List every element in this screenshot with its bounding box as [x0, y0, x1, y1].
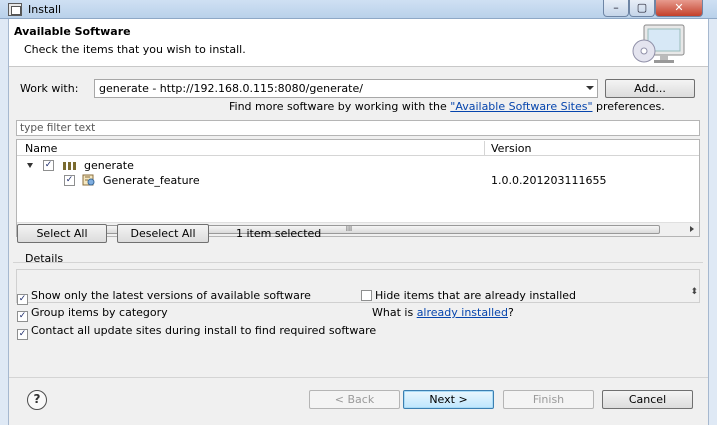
hide-installed-label: Hide items that are already installed	[375, 289, 577, 302]
column-name[interactable]: Name	[25, 142, 57, 155]
hint-suffix: preferences.	[592, 100, 665, 113]
option-hide-installed[interactable]: Hide items that are already installed	[361, 289, 576, 302]
details-label: Details	[25, 252, 64, 265]
feature-icon	[82, 174, 95, 186]
page-description: Check the items that you wish to install…	[24, 43, 246, 56]
work-with-value: generate - http://192.168.0.115:8080/gen…	[99, 82, 363, 95]
option-contact-sites[interactable]: ✓ Contact all update sites during install…	[17, 324, 376, 340]
column-divider[interactable]	[484, 141, 485, 155]
contact-sites-checkbox[interactable]: ✓	[17, 329, 28, 340]
title-bar: Install – ▢ ✕	[0, 0, 717, 19]
finish-button[interactable]: Finish	[503, 390, 594, 409]
next-button[interactable]: Next >	[403, 390, 494, 409]
already-installed-hint: What is already installed?	[372, 306, 514, 319]
group-by-category-label: Group items by category	[31, 306, 168, 319]
maximize-button[interactable]: ▢	[629, 0, 655, 17]
back-button[interactable]: < Back	[309, 390, 400, 409]
option-latest-versions[interactable]: ✓ Show only the latest versions of availa…	[17, 289, 311, 305]
close-button[interactable]: ✕	[655, 0, 703, 17]
expand-arrow-icon[interactable]	[27, 163, 33, 168]
work-with-combo[interactable]: generate - http://192.168.0.115:8080/gen…	[94, 79, 598, 98]
option-group-by-category[interactable]: ✓ Group items by category	[17, 306, 168, 322]
details-scroll-icon[interactable]: ⬍	[690, 287, 698, 297]
filter-input[interactable]: type filter text	[16, 120, 700, 136]
tree-row[interactable]: ✓ generate	[17, 158, 699, 173]
chevron-down-icon[interactable]	[586, 86, 594, 90]
latest-versions-checkbox[interactable]: ✓	[17, 294, 28, 305]
footer-separator	[9, 377, 708, 378]
what-is-suffix: ?	[507, 306, 514, 319]
selection-status: 1 item selected	[236, 227, 322, 240]
column-version[interactable]: Version	[491, 142, 531, 155]
install-software-icon	[632, 24, 685, 63]
row-name: generate	[84, 159, 134, 172]
group-by-category-checkbox[interactable]: ✓	[17, 311, 28, 322]
already-installed-link[interactable]: already installed	[417, 306, 508, 319]
header-banner: Available Software Check the items that …	[9, 19, 708, 67]
minimize-button[interactable]: –	[603, 0, 629, 17]
work-with-label: Work with:	[20, 82, 79, 95]
row-checkbox[interactable]: ✓	[43, 160, 54, 171]
app-icon	[8, 3, 22, 16]
category-icon	[63, 162, 76, 170]
help-icon[interactable]: ?	[27, 390, 47, 410]
cancel-button[interactable]: Cancel	[602, 390, 693, 409]
what-is-prefix: What is	[372, 306, 417, 319]
software-tree: Name Version ✓ generate ✓ Generate_featu…	[16, 139, 700, 237]
separator	[13, 262, 703, 263]
tree-row[interactable]: ✓ Generate_feature 1.0.0.201203111655	[17, 173, 699, 188]
scroll-right-icon[interactable]	[690, 226, 694, 232]
select-all-button[interactable]: Select All	[17, 224, 107, 243]
contact-sites-label: Contact all update sites during install …	[31, 324, 377, 337]
row-version: 1.0.0.201203111655	[491, 174, 607, 187]
deselect-all-button[interactable]: Deselect All	[117, 224, 209, 243]
available-software-sites-link[interactable]: "Available Software Sites"	[450, 100, 592, 113]
row-checkbox[interactable]: ✓	[64, 175, 75, 186]
software-sites-hint: Find more software by working with the "…	[229, 100, 665, 113]
window-title: Install	[28, 3, 62, 16]
hint-prefix: Find more software by working with the	[229, 100, 451, 113]
row-name: Generate_feature	[103, 174, 200, 187]
hide-installed-checkbox[interactable]	[361, 290, 372, 301]
add-button[interactable]: Add...	[605, 79, 695, 98]
tree-header: Name Version	[17, 140, 699, 156]
dialog-content: Available Software Check the items that …	[8, 19, 709, 425]
latest-versions-label: Show only the latest versions of availab…	[31, 289, 311, 302]
page-title: Available Software	[14, 25, 131, 38]
scroll-grip: III	[345, 225, 353, 233]
